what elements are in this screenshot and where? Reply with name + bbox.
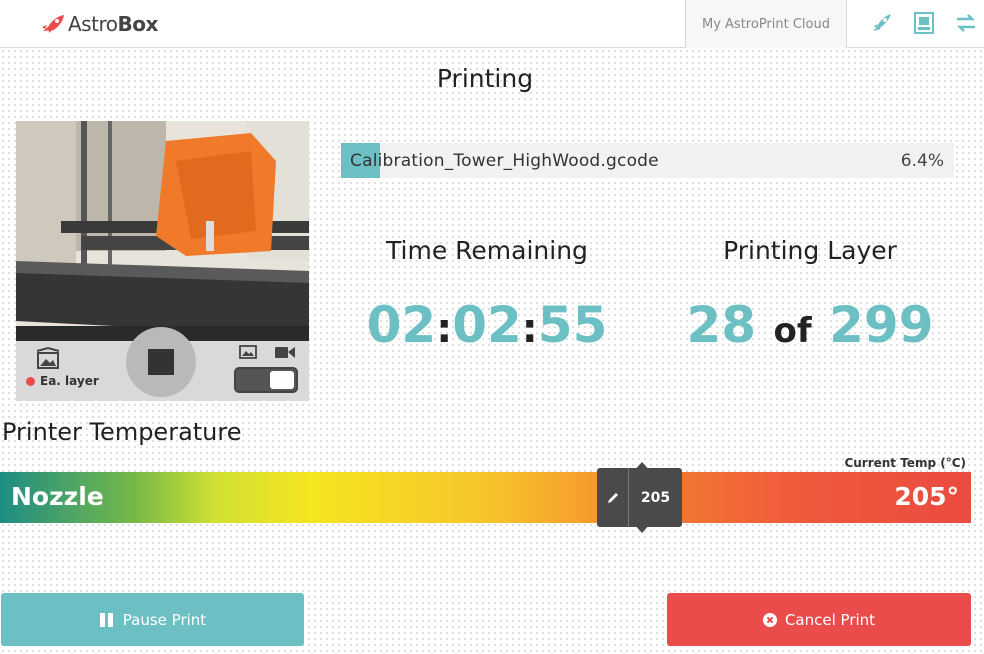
pencil-icon xyxy=(607,492,618,503)
time-remaining-value: 02:02:55 xyxy=(342,296,632,354)
each-layer-indicator[interactable]: Ea. layer xyxy=(26,374,99,388)
each-layer-label: Ea. layer xyxy=(40,374,99,388)
pause-print-button[interactable]: Pause Print xyxy=(1,593,304,646)
file-progress-bar: Calibration_Tower_HighWood.gcode 6.4% xyxy=(341,143,954,178)
time-minutes: 02 xyxy=(452,296,522,354)
page-title: Printing xyxy=(436,64,534,93)
camera-panel: Ea. layer xyxy=(16,121,309,401)
astrobox-logo[interactable]: AstroBox xyxy=(40,11,158,37)
nozzle-label: Nozzle xyxy=(11,482,104,511)
printer-temperature-title: Printer Temperature xyxy=(2,418,242,446)
time-separator: : xyxy=(521,306,538,352)
brand-prefix: Astro xyxy=(68,12,118,36)
rocket-icon[interactable] xyxy=(869,11,893,35)
time-hours: 02 xyxy=(366,296,437,354)
file-name: Calibration_Tower_HighWood.gcode xyxy=(350,151,659,171)
time-remaining-label: Time Remaining xyxy=(386,236,588,265)
print-file-icon[interactable] xyxy=(912,11,936,35)
image-icon[interactable] xyxy=(239,345,257,359)
pause-print-label: Pause Print xyxy=(122,610,207,629)
brand-name: AstroBox xyxy=(68,12,158,36)
nozzle-target-temp-control[interactable]: 205 xyxy=(597,468,682,527)
cancel-print-button[interactable]: Cancel Print xyxy=(667,593,971,646)
printing-layer-value: 28 of 299 xyxy=(660,296,960,354)
cancel-print-label: Cancel Print xyxy=(784,610,876,629)
recording-dot-icon xyxy=(26,376,35,386)
cancel-circle-icon xyxy=(762,612,777,627)
video-camera-icon[interactable] xyxy=(275,346,295,359)
stop-icon xyxy=(148,349,174,375)
camera-feed-image xyxy=(16,121,309,341)
current-temp-value: 205° xyxy=(894,482,959,511)
gallery-icon[interactable] xyxy=(34,346,62,370)
astrobox-rocket-logo-icon xyxy=(42,15,64,33)
file-progress-percent: 6.4% xyxy=(900,151,944,171)
pause-icon xyxy=(99,612,115,627)
current-temp-label: Current Temp (°C) xyxy=(844,456,966,470)
brand-suffix: Box xyxy=(117,12,158,36)
layer-current: 28 xyxy=(686,296,757,354)
astroprint-cloud-button[interactable]: My AstroPrint Cloud xyxy=(685,0,847,48)
camera-controls: Ea. layer xyxy=(16,327,309,401)
transfer-icon[interactable] xyxy=(954,11,978,35)
time-separator: : xyxy=(436,306,453,352)
nozzle-temperature-bar: Nozzle 205 205° xyxy=(0,468,971,527)
toggle-knob xyxy=(270,371,294,389)
printing-layer-label: Printing Layer xyxy=(723,236,897,265)
time-seconds: 55 xyxy=(537,296,608,354)
stop-capture-button[interactable] xyxy=(126,327,196,397)
target-temp-value: 205 xyxy=(640,489,671,506)
temp-slider-handle-bottom[interactable] xyxy=(633,523,651,533)
top-header: AstroBox My AstroPrint Cloud xyxy=(0,0,984,48)
photo-video-toggle[interactable] xyxy=(234,367,298,393)
edit-temp-button[interactable] xyxy=(597,468,629,527)
layer-of-text: of xyxy=(773,311,812,351)
layer-total: 299 xyxy=(829,296,934,354)
